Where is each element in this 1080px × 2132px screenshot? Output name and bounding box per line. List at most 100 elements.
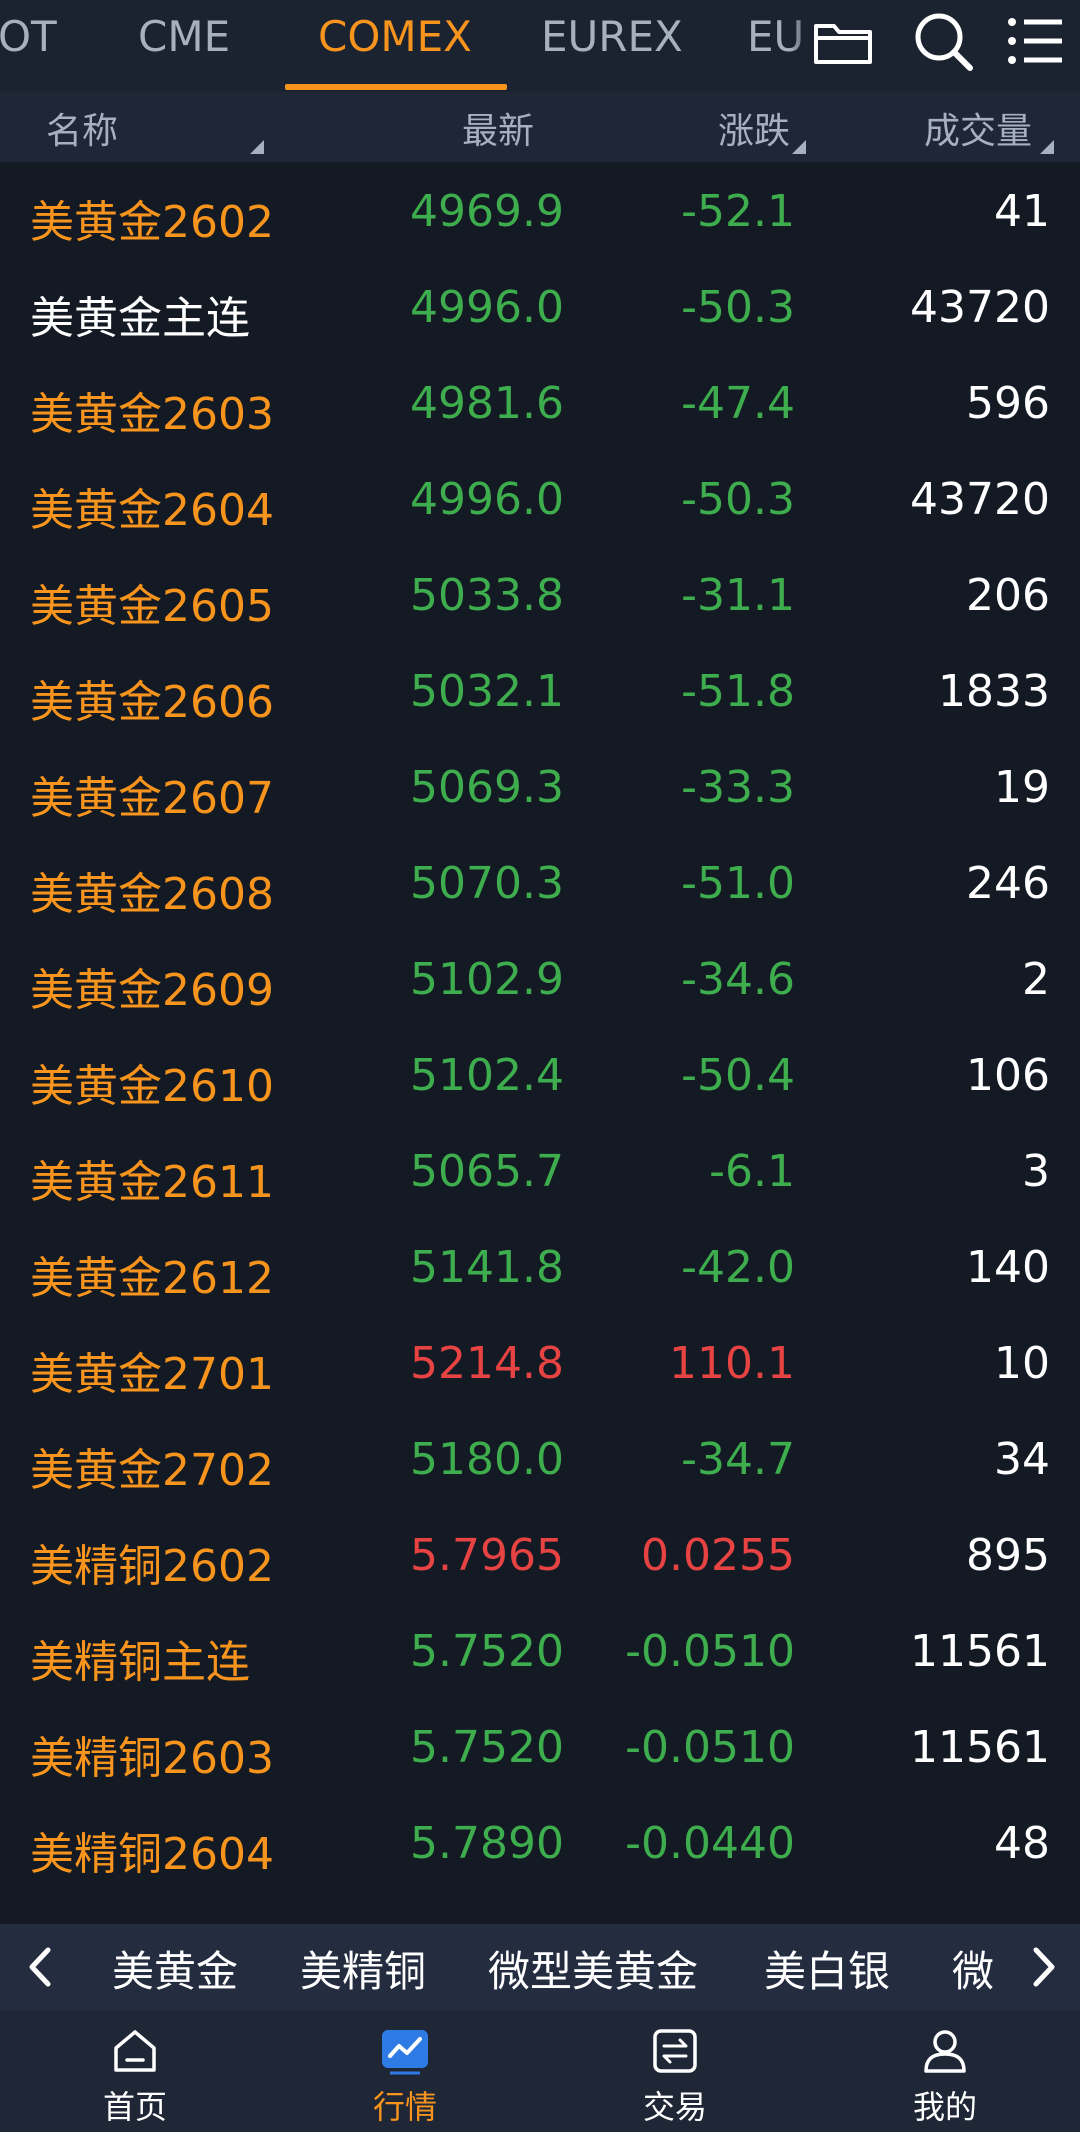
quote-price: 5065.7 bbox=[410, 1146, 564, 1197]
quote-name: 美黄金2609 bbox=[30, 965, 274, 1016]
category-us-silver[interactable]: 美白银 bbox=[764, 1938, 890, 1999]
quote-name: 美黄金2604 bbox=[30, 485, 274, 536]
exchange-tab-bar: OT CME COMEX EUREX EU bbox=[0, 0, 1080, 92]
quote-row[interactable]: 美黄金2610 5102.4 -50.4 106 bbox=[0, 1026, 1080, 1122]
quote-change: -51.0 bbox=[681, 858, 795, 909]
quote-price: 4969.9 bbox=[410, 186, 564, 237]
folder-icon[interactable] bbox=[808, 6, 878, 76]
quote-row[interactable]: 美精铜2603 5.7520 -0.0510 11561 bbox=[0, 1698, 1080, 1794]
quote-change: 110.1 bbox=[669, 1338, 795, 1389]
quote-price: 5069.3 bbox=[410, 762, 564, 813]
quote-name: 美黄金2608 bbox=[30, 869, 274, 920]
bottom-navigation: 首页 行情 交易 我的 bbox=[0, 2010, 1080, 2132]
search-icon[interactable] bbox=[908, 6, 978, 76]
tab-eurex[interactable]: EUREX bbox=[541, 12, 683, 61]
quote-name: 美黄金2610 bbox=[30, 1061, 274, 1112]
sort-indicator-icon bbox=[792, 140, 806, 154]
quote-volume: 106 bbox=[966, 1050, 1050, 1101]
quote-price: 5.7520 bbox=[410, 1722, 564, 1773]
quote-name: 美精铜主连 bbox=[30, 1637, 250, 1688]
quote-row[interactable]: 美黄金2607 5069.3 -33.3 19 bbox=[0, 738, 1080, 834]
sort-indicator-icon bbox=[1040, 140, 1054, 154]
quote-row[interactable]: 美黄金2608 5070.3 -51.0 246 bbox=[0, 834, 1080, 930]
market-chart-icon bbox=[382, 2030, 428, 2075]
quote-volume: 11561 bbox=[910, 1626, 1050, 1677]
quote-row[interactable]: 美精铜主连 5.7520 -0.0510 11561 bbox=[0, 1602, 1080, 1698]
quote-name: 美黄金2606 bbox=[30, 677, 274, 728]
quote-volume: 43720 bbox=[910, 474, 1050, 525]
quote-change: -6.1 bbox=[709, 1146, 795, 1197]
quote-row[interactable]: 美黄金主连 4996.0 -50.3 43720 bbox=[0, 258, 1080, 354]
quote-row[interactable]: 美黄金2604 4996.0 -50.3 43720 bbox=[0, 450, 1080, 546]
nav-profile[interactable]: 我的 bbox=[845, 2010, 1045, 2132]
quote-price: 5214.8 bbox=[410, 1338, 564, 1389]
quote-price: 4981.6 bbox=[410, 378, 564, 429]
nav-home-label: 首页 bbox=[102, 2088, 167, 2126]
category-us-gold[interactable]: 美黄金 bbox=[112, 1938, 238, 1999]
category-micro[interactable]: 微 bbox=[952, 1938, 994, 1999]
quote-change: -31.1 bbox=[681, 570, 795, 621]
home-icon bbox=[114, 2030, 156, 2072]
quote-row[interactable]: 美黄金2606 5032.1 -51.8 1833 bbox=[0, 642, 1080, 738]
quote-change: -47.4 bbox=[681, 378, 795, 429]
active-tab-indicator bbox=[285, 84, 507, 90]
nav-trade-label: 交易 bbox=[642, 2088, 707, 2126]
quote-volume: 34 bbox=[994, 1434, 1050, 1485]
column-header: 名称 最新 涨跌 成交量 bbox=[0, 92, 1080, 162]
quote-list: 美黄金2602 4969.9 -52.1 41 美黄金主连 4996.0 -50.3 4372… bbox=[0, 162, 1080, 1924]
quote-volume: 895 bbox=[966, 1530, 1050, 1581]
quote-price: 5102.4 bbox=[410, 1050, 564, 1101]
quote-volume: 206 bbox=[966, 570, 1050, 621]
profile-icon bbox=[924, 2030, 966, 2073]
tab-ot[interactable]: OT bbox=[0, 12, 57, 61]
category-micro-us-gold[interactable]: 微型美黄金 bbox=[488, 1938, 698, 1999]
quote-change: -50.3 bbox=[681, 282, 795, 333]
nav-profile-label: 我的 bbox=[912, 2088, 977, 2126]
quote-row[interactable]: 美黄金2605 5033.8 -31.1 206 bbox=[0, 546, 1080, 642]
column-change[interactable]: 涨跌 bbox=[718, 102, 790, 154]
quote-price: 4996.0 bbox=[410, 474, 564, 525]
quote-volume: 140 bbox=[966, 1242, 1050, 1293]
category-us-copper[interactable]: 美精铜 bbox=[300, 1938, 426, 1999]
quote-volume: 11561 bbox=[910, 1722, 1050, 1773]
quote-row[interactable]: 美精铜2604 5.7890 -0.0440 48 bbox=[0, 1794, 1080, 1890]
quote-volume: 41 bbox=[994, 186, 1050, 237]
quote-volume: 48 bbox=[994, 1818, 1050, 1869]
nav-trade[interactable]: 交易 bbox=[575, 2010, 775, 2132]
category-strip: 美黄金 美精铜 微型美黄金 美白银 微 bbox=[0, 1924, 1080, 2010]
column-latest[interactable]: 最新 bbox=[462, 102, 534, 154]
quote-row[interactable]: 美精铜2602 5.7965 0.0255 895 bbox=[0, 1506, 1080, 1602]
quote-row[interactable]: 美黄金2609 5102.9 -34.6 2 bbox=[0, 930, 1080, 1026]
tab-cme[interactable]: CME bbox=[138, 12, 230, 61]
chevron-left-icon[interactable] bbox=[22, 1944, 62, 1990]
quote-row[interactable]: 美黄金2603 4981.6 -47.4 596 bbox=[0, 354, 1080, 450]
trade-exchange-icon bbox=[653, 2029, 697, 2073]
quote-price: 5070.3 bbox=[410, 858, 564, 909]
sort-indicator-icon bbox=[250, 140, 264, 154]
nav-market[interactable]: 行情 bbox=[305, 2010, 505, 2132]
quote-change: -0.0440 bbox=[625, 1818, 795, 1869]
quote-price: 5032.1 bbox=[410, 666, 564, 717]
quote-price: 4996.0 bbox=[410, 282, 564, 333]
quote-row[interactable]: 美黄金2602 4969.9 -52.1 41 bbox=[0, 162, 1080, 258]
quote-row[interactable]: 美黄金2702 5180.0 -34.7 34 bbox=[0, 1410, 1080, 1506]
chevron-right-icon[interactable] bbox=[1022, 1944, 1062, 1990]
quote-name: 美黄金2612 bbox=[30, 1253, 274, 1304]
quote-row[interactable]: 美黄金2612 5141.8 -42.0 140 bbox=[0, 1218, 1080, 1314]
quote-name: 美黄金主连 bbox=[30, 293, 250, 344]
quote-row[interactable]: 美黄金2611 5065.7 -6.1 3 bbox=[0, 1122, 1080, 1218]
quote-volume: 19 bbox=[994, 762, 1050, 813]
quote-name: 美黄金2611 bbox=[30, 1157, 274, 1208]
quote-volume: 246 bbox=[966, 858, 1050, 909]
menu-list-icon[interactable] bbox=[1002, 6, 1072, 76]
quote-volume: 596 bbox=[966, 378, 1050, 429]
column-name[interactable]: 名称 bbox=[46, 102, 118, 154]
quote-change: -52.1 bbox=[681, 186, 795, 237]
quote-row[interactable]: 美黄金2701 5214.8 110.1 10 bbox=[0, 1314, 1080, 1410]
tab-comex[interactable]: COMEX bbox=[318, 12, 472, 61]
quote-name: 美黄金2605 bbox=[30, 581, 274, 632]
column-volume[interactable]: 成交量 bbox=[924, 102, 1032, 154]
quote-change: -33.3 bbox=[681, 762, 795, 813]
quote-change: -50.3 bbox=[681, 474, 795, 525]
nav-home[interactable]: 首页 bbox=[35, 2010, 235, 2132]
